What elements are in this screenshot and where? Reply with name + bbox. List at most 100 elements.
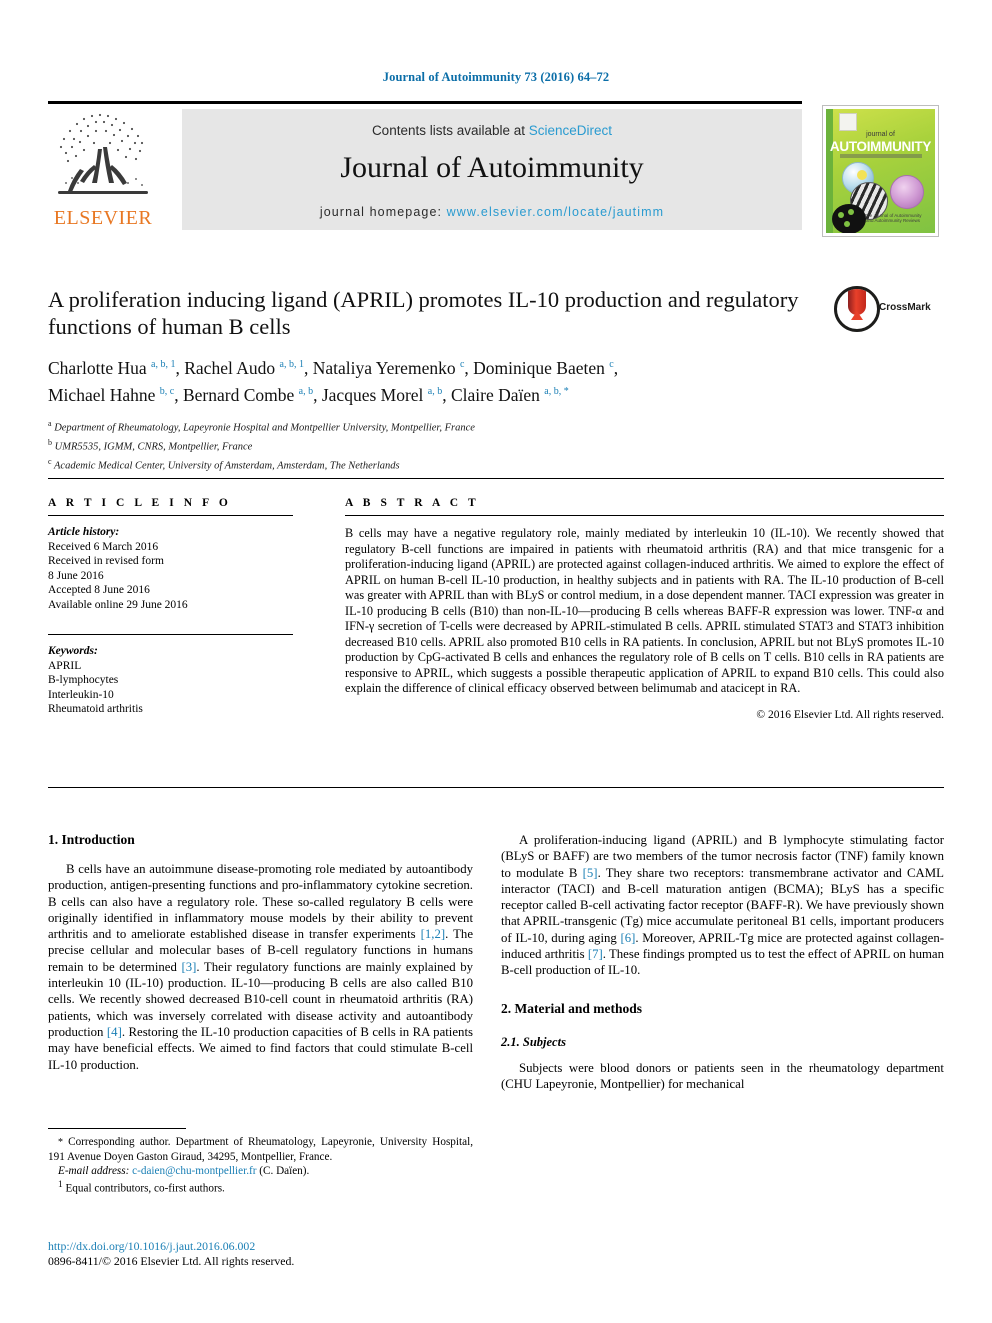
author-line-2: Michael Hahne b, c, Bernard Combe a, b, … xyxy=(48,384,569,405)
author-name: Dominique Baeten xyxy=(473,357,610,378)
keywords-block: Keywords: APRIL B-lymphocytes Interleukin-… xyxy=(48,634,293,717)
section-heading-introduction: 1. Introduction xyxy=(48,832,135,847)
citation-ref-5[interactable]: [5] xyxy=(583,866,598,880)
cover-footer-text: The Journal of Autoimmunity and Autoimmu… xyxy=(864,213,922,223)
cover-journal-of-label: journal of xyxy=(866,131,895,138)
journal-homepage-link[interactable]: www.elsevier.com/locate/jautimm xyxy=(447,205,665,219)
crossmark-icon xyxy=(834,286,880,332)
contents-available-line: Contents lists available at ScienceDirec… xyxy=(182,123,802,138)
affiliation-marker: c xyxy=(48,456,52,466)
abstract-heading: A B S T R A C T xyxy=(345,497,480,509)
journal-cover-thumbnail: journal of AUTOIMMUNITY The Journal of A… xyxy=(822,105,939,237)
author-affiliation-marker: c xyxy=(609,359,614,370)
subjects-paragraph: Subjects were blood donors or patients s… xyxy=(501,1060,944,1091)
cover-elsevier-mark xyxy=(839,113,857,131)
section-heading-material-methods: 2. Material and methods xyxy=(501,1000,642,1016)
crossmark-label: CrossMark xyxy=(879,302,931,313)
article-history-label: Article history: xyxy=(48,526,120,538)
elsevier-logo: ELSEVIER xyxy=(48,109,158,235)
author-affiliation-marker: a, b, * xyxy=(544,385,569,397)
author-name: Jacques Morel xyxy=(321,384,428,405)
cover-cell-image-4 xyxy=(832,204,866,233)
abstract-column: A B S T R A C T B cells may have a negat… xyxy=(345,497,944,721)
doi-link[interactable]: http://dx.doi.org/10.1016/j.jaut.2016.06… xyxy=(48,1239,473,1254)
publication-footer: http://dx.doi.org/10.1016/j.jaut.2016.06… xyxy=(48,1239,473,1269)
article-info-heading: A R T I C L E I N F O xyxy=(48,497,232,509)
affiliation-row: c Academic Medical Center, University of… xyxy=(48,456,400,472)
author-name: Michael Hahne xyxy=(48,384,160,405)
contents-prefix: Contents lists available at xyxy=(371,123,529,138)
citation-ref-1-2[interactable]: [1,2] xyxy=(421,927,446,941)
author-affiliation-marker: a, b xyxy=(298,385,314,397)
citation-ref-7[interactable]: [7] xyxy=(588,947,603,961)
email-address-owner: (C. Daïen). xyxy=(256,1165,310,1177)
author-affiliation-marker: a, b, 1 xyxy=(279,359,304,370)
citation-ref-6[interactable]: [6] xyxy=(620,931,635,945)
article-history-item: Received 6 March 2016 xyxy=(48,540,159,553)
author-name: Charlotte Hua xyxy=(48,357,152,378)
journal-homepage-line: journal homepage: www.elsevier.com/locat… xyxy=(182,205,802,219)
intro-paragraph-1: B cells have an autoimmune disease-promo… xyxy=(48,861,473,1073)
page-title: A proliferation inducing ligand (APRIL) … xyxy=(48,287,799,339)
author-line-1: Charlotte Hua a, b, 1, Rachel Audo a, b,… xyxy=(48,357,619,378)
subsection-heading-subjects: 2.1. Subjects xyxy=(501,1034,566,1049)
article-header: CrossMark A proliferation inducing ligan… xyxy=(48,286,944,474)
paper-page: Journal of Autoimmunity 73 (2016) 64–72 xyxy=(0,0,992,1323)
body-column-right: A proliferation-inducing ligand (APRIL) … xyxy=(501,832,944,1092)
citation-ref-4[interactable]: [4] xyxy=(107,1025,122,1039)
author-list: Charlotte Hua a, b, 1, Rachel Audo a, b,… xyxy=(48,353,848,407)
article-history-item: Received in revised form xyxy=(48,555,164,567)
footnote-block: * Corresponding author. Department of Rh… xyxy=(48,1128,473,1196)
author-affiliation-marker: b, c xyxy=(159,385,175,397)
article-history-block: Article history: Received 6 March 2016 Re… xyxy=(48,525,293,612)
email-address-link[interactable]: c-daien@chu-montpellier.fr xyxy=(132,1165,256,1177)
crossmark-badge[interactable]: CrossMark xyxy=(834,286,939,332)
cover-autoimmunity-title: AUTOIMMUNITY xyxy=(829,139,932,154)
article-history-item: Accepted 8 June 2016 xyxy=(48,584,150,596)
journal-masthead: ELSEVIER Contents lists available at Sci… xyxy=(48,101,944,237)
keywords-lines: APRIL B-lymphocytes Interleukin-10 Rheumato… xyxy=(48,660,143,716)
sciencedirect-link[interactable]: ScienceDirect xyxy=(529,123,612,138)
abstract-copyright: © 2016 Elsevier Ltd. All rights reserved… xyxy=(756,708,944,721)
keyword-item: Rheumatoid arthritis xyxy=(48,703,143,715)
article-history-item: 8 June 2016 xyxy=(48,569,104,582)
cover-cell-image-3 xyxy=(890,175,924,209)
info-bottom-rule xyxy=(48,787,944,788)
article-info-rule xyxy=(48,515,293,516)
citation-ref-3[interactable]: [3] xyxy=(181,960,196,974)
cover-subtitle-bar xyxy=(840,154,922,158)
article-info-column: A R T I C L E I N F O Article history: R… xyxy=(48,497,293,717)
issn-copyright-line: 0896-8411/© 2016 Elsevier Ltd. All right… xyxy=(48,1254,295,1268)
elsevier-wordmark: ELSEVIER xyxy=(53,207,153,229)
footnote-equal-contributors: 1 Equal contributors, co-first authors. xyxy=(48,1178,473,1196)
info-top-rule xyxy=(48,478,944,479)
keyword-item: Interleukin-10 xyxy=(48,688,114,701)
affiliation-list: a Department of Rheumatology, Lapeyronie… xyxy=(48,417,748,474)
keywords-rule xyxy=(48,634,293,635)
affiliation-marker: b xyxy=(48,437,52,447)
running-head: Journal of Autoimmunity 73 (2016) 64–72 xyxy=(382,70,610,84)
author-affiliation-marker: a, b xyxy=(427,385,443,397)
footnote-rule xyxy=(48,1128,186,1129)
corresponding-author-text: Corresponding author. Department of Rheu… xyxy=(48,1136,473,1163)
keyword-item: APRIL xyxy=(48,659,82,672)
keywords-label: Keywords: xyxy=(48,645,98,657)
equal-contributors-text: Equal contributors, co-first authors. xyxy=(62,1182,225,1195)
intro-paragraph-2: A proliferation-inducing ligand (APRIL) … xyxy=(501,832,944,979)
footnote-email: E-mail address: c-daien@chu-montpellier.… xyxy=(48,1164,473,1178)
article-history-lines: Received 6 March 2016 Received in revised… xyxy=(48,541,188,611)
journal-title: Journal of Autoimmunity xyxy=(340,151,644,184)
author-name: Rachel Audo xyxy=(184,357,280,378)
homepage-prefix: journal homepage: xyxy=(319,205,447,219)
intro-p1-part-a: B cells have an autoimmune disease-promo… xyxy=(48,862,473,942)
footnote-corresponding-author: * Corresponding author. Department of Rh… xyxy=(48,1135,473,1164)
elsevier-tree-icon xyxy=(58,113,148,194)
abstract-rule xyxy=(345,515,944,516)
author-name: Bernard Combe xyxy=(182,384,299,405)
affiliation-row: a Department of Rheumatology, Lapeyronie… xyxy=(48,418,475,434)
journal-band: Contents lists available at ScienceDirec… xyxy=(182,109,802,230)
article-history-item: Available online 29 June 2016 xyxy=(48,598,188,611)
body-column-left: 1. Introduction B cells have an autoimmu… xyxy=(48,832,473,1073)
affiliation-row: b UMR5535, IGMM, CNRS, Montpellier, Fran… xyxy=(48,437,253,453)
email-address-label: E-mail address: xyxy=(58,1165,130,1177)
